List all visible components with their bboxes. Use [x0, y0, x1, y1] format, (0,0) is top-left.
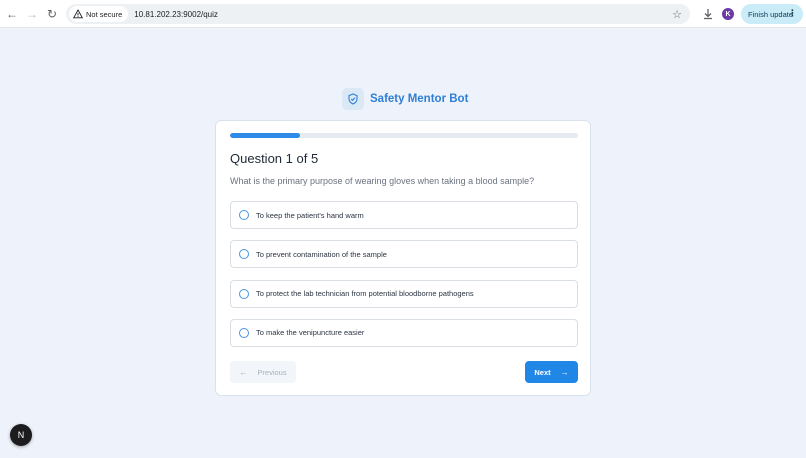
- radio-button[interactable]: [239, 288, 249, 299]
- answer-option-label: To prevent contamination of the sample: [256, 249, 387, 259]
- reload-button[interactable]: ↻: [42, 4, 62, 24]
- security-chip[interactable]: Not secure: [69, 6, 129, 22]
- radio-button[interactable]: [239, 327, 249, 338]
- answer-option-label: To keep the patient's hand warm: [256, 210, 364, 220]
- download-icon[interactable]: [700, 6, 716, 22]
- security-label: Not secure: [86, 9, 123, 19]
- arrow-left-icon: ←: [239, 367, 248, 377]
- arrow-right-icon: →: [560, 367, 569, 377]
- shield-icon: [342, 88, 364, 110]
- url-text[interactable]: 10.81.202.23:9002/quiz: [134, 10, 218, 19]
- next-label: Next: [534, 367, 551, 377]
- app-header: Safety Mentor Bot: [342, 88, 468, 110]
- finish-update-button[interactable]: Finish update ⋮: [741, 4, 803, 24]
- back-button[interactable]: ←: [2, 4, 22, 24]
- previous-label: Previous: [257, 367, 287, 377]
- previous-button[interactable]: ← Previous: [230, 361, 296, 383]
- profile-avatar[interactable]: K: [722, 8, 734, 20]
- menu-icon[interactable]: ⋮: [788, 9, 797, 18]
- bookmark-star-icon[interactable]: ☆: [670, 7, 684, 21]
- address-bar[interactable]: Not secure 10.81.202.23:9002/quiz ☆: [66, 4, 690, 24]
- question-heading: Question 1 of 5: [230, 151, 319, 166]
- finish-update-label: Finish update: [748, 9, 794, 19]
- browser-toolbar: ← → ↻ Not secure 10.81.202.23:9002/quiz …: [0, 0, 806, 28]
- dev-tools-badge[interactable]: N: [10, 424, 32, 446]
- quiz-card: Question 1 of 5 What is the primary purp…: [215, 120, 591, 396]
- next-button[interactable]: Next →: [525, 361, 578, 383]
- answer-option-1[interactable]: To keep the patient's hand warm: [230, 201, 578, 229]
- app-title: Safety Mentor Bot: [370, 93, 469, 105]
- radio-button[interactable]: [239, 249, 249, 260]
- progress-fill: [230, 133, 300, 138]
- answer-options: To keep the patient's hand warm To preve…: [230, 201, 578, 358]
- warning-icon: [73, 9, 83, 19]
- answer-option-2[interactable]: To prevent contamination of the sample: [230, 240, 578, 269]
- answer-option-label: To make the venipuncture easier: [256, 328, 365, 338]
- progress-bar: [230, 133, 578, 138]
- answer-option-4[interactable]: To make the venipuncture easier: [230, 318, 578, 347]
- question-text: What is the primary purpose of wearing g…: [230, 176, 535, 186]
- radio-button[interactable]: [239, 210, 249, 220]
- answer-option-label: To protect the lab technician from poten…: [256, 289, 474, 299]
- forward-button[interactable]: →: [22, 4, 42, 24]
- answer-option-3[interactable]: To protect the lab technician from poten…: [230, 279, 578, 308]
